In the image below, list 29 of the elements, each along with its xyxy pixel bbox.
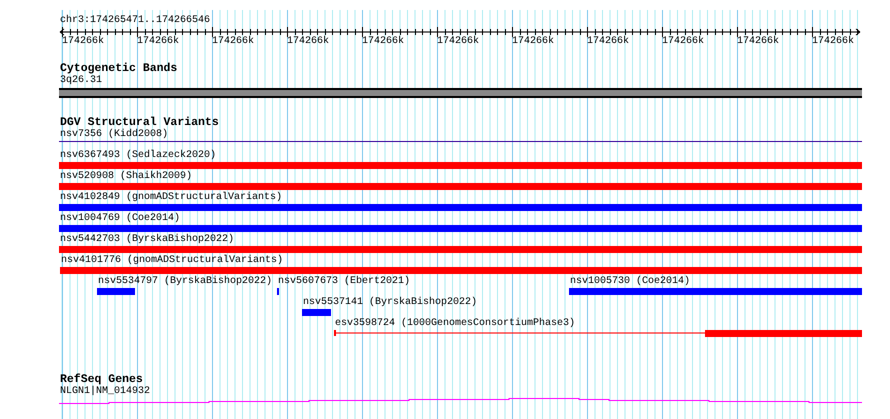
track-title: Cytogenetic Bands (59, 63, 178, 75)
ruler-label: 174266k (587, 36, 630, 47)
variant-label: esv3598724 (1000GenomesConsortiumPhase3) (335, 318, 576, 329)
location-text: chr3:174265471..174266546 (60, 15, 210, 26)
ruler-label: 174266k (437, 36, 480, 47)
ruler-label: 174266k (812, 36, 854, 47)
ruler-label: 174266k (362, 36, 404, 47)
variant-label: nsv4101776 (gnomADStructuralVariants) (61, 255, 284, 266)
band-label: 3q26.31 (59, 75, 104, 86)
ruler-label: 174266k (287, 36, 330, 47)
ruler-label: 174266k (137, 36, 180, 47)
variant-label: nsv1004769 (Coe2014) (60, 213, 180, 224)
variant-label: nsv6367493 (Sedlazeck2020) (60, 150, 216, 161)
track-title: RefSeq Genes (59, 374, 143, 386)
ruler-label: 174266k (62, 36, 104, 47)
variant-label: nsv5537141 (ByrskaBishop2022) (303, 297, 478, 308)
variant-label: nsv5534797 (ByrskaBishop2022) (98, 276, 272, 287)
variant-label: nsv4102849 (gnomADStructuralVariants) (60, 192, 282, 203)
ruler-label: 174266k (662, 36, 704, 47)
ruler-label: 174266k (737, 36, 780, 47)
variant-label: nsv5607673 (Ebert2021) (278, 276, 410, 287)
ruler-label: 174266k (212, 36, 254, 47)
variant-label: nsv520908 (Shaikh2009) (60, 171, 192, 182)
variant-label: nsv1005730 (Coe2014) (570, 276, 690, 287)
gene-label: NLGN1|NM_014932 (59, 386, 152, 397)
ruler-label: 174266k (512, 36, 554, 47)
variant-label: nsv5442703 (ByrskaBishop2022) (60, 234, 234, 245)
variant-label: nsv7356 (Kidd2008) (60, 129, 168, 140)
track-title: DGV Structural Variants (59, 117, 220, 129)
